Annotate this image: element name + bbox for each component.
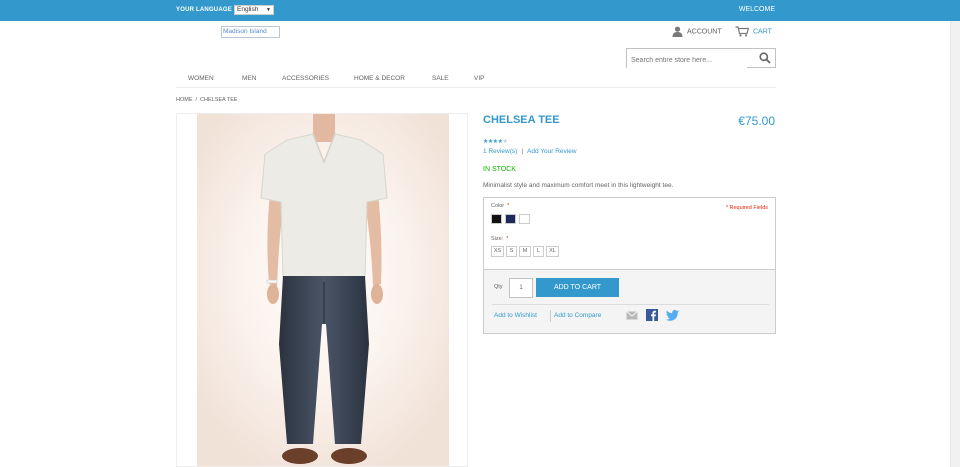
breadcrumb-home[interactable]: HOME — [176, 97, 193, 103]
language-select-value: English — [237, 6, 259, 13]
qty-input[interactable]: 1 — [509, 278, 533, 298]
swatch-black[interactable] — [491, 214, 502, 224]
nav-item-home-decor[interactable]: HOME & DECOR — [354, 75, 405, 82]
color-label-text: Color — [491, 203, 505, 209]
add-to-compare-link[interactable]: Add to Compare — [554, 312, 601, 319]
twitter-icon[interactable] — [666, 310, 679, 321]
color-label: Color * — [491, 203, 509, 209]
link-separator — [550, 310, 551, 322]
page-scrollbar[interactable] — [950, 21, 960, 467]
swatch-navy[interactable] — [505, 214, 516, 224]
size-l[interactable]: L — [533, 246, 544, 257]
site-logo[interactable]: Madison Island — [221, 26, 280, 38]
stock-status: IN STOCK — [483, 166, 516, 173]
language-label: YOUR LANGUAGE — [176, 7, 232, 13]
add-review-link[interactable]: Add Your Review — [527, 148, 577, 155]
size-s[interactable]: S — [506, 246, 517, 257]
email-icon[interactable] — [626, 311, 638, 320]
add-box-divider — [492, 304, 769, 305]
language-select[interactable]: English ▼ — [234, 5, 274, 15]
reviews-links: 1 Review(s) | Add Your Review — [483, 148, 577, 155]
breadcrumb: HOME / CHELSEA TEE — [176, 97, 238, 103]
nav-item-vip[interactable]: VIP — [474, 75, 484, 82]
welcome-message: WELCOME — [738, 6, 775, 13]
breadcrumb-current: CHELSEA TEE — [200, 97, 238, 103]
cart-label: CART — [753, 28, 772, 36]
reviews-count-link[interactable]: 1 Review(s) — [483, 148, 517, 155]
nav-item-women[interactable]: WOMEN — [188, 75, 214, 82]
swatch-white[interactable] — [519, 214, 530, 224]
search-box — [626, 48, 776, 70]
search-icon[interactable] — [759, 52, 771, 64]
required-fields-note: * Required Fields — [725, 205, 768, 211]
search-input[interactable] — [627, 51, 747, 70]
rating-stars: ★★★★★ — [483, 138, 508, 145]
size-m[interactable]: M — [519, 246, 531, 257]
product-image[interactable] — [176, 113, 468, 467]
product-price: €75.00 — [738, 114, 775, 128]
nav-divider — [176, 87, 776, 88]
size-xs[interactable]: XS — [491, 246, 504, 257]
product-photo — [177, 114, 467, 466]
product-options: Color * * Required Fields Size: * XS S M L… — [483, 197, 776, 269]
star-empty-icon: ★ — [502, 139, 508, 145]
account-icon — [672, 26, 683, 37]
size-xl[interactable]: XL — [546, 246, 559, 257]
add-to-cart-box: Qty 1 ADD TO CART Add to Wishlist Add to… — [483, 269, 776, 334]
cart-link[interactable]: CART — [735, 26, 772, 37]
add-to-wishlist-link[interactable]: Add to Wishlist — [494, 312, 537, 319]
reviews-separator: | — [521, 148, 524, 155]
size-label: Size: * — [491, 236, 508, 242]
account-link[interactable]: ACCOUNT — [672, 26, 722, 37]
required-mark: * — [507, 203, 510, 209]
nav-item-sale[interactable]: SALE — [432, 75, 449, 82]
required-mark: * — [506, 236, 509, 242]
qty-label: Qty — [494, 284, 503, 290]
size-label-text: Size: — [491, 236, 504, 242]
nav-item-accessories[interactable]: ACCESSORIES — [282, 75, 329, 82]
chevron-down-icon: ▼ — [266, 7, 271, 13]
facebook-icon[interactable] — [646, 309, 658, 321]
product-name: CHELSEA TEE — [483, 114, 560, 126]
cart-icon — [735, 26, 750, 37]
breadcrumb-separator: / — [195, 97, 198, 103]
nav-item-men[interactable]: MEN — [242, 75, 256, 82]
top-bar: YOUR LANGUAGE English ▼ WELCOME — [0, 0, 960, 21]
short-description: Minimalist style and maximum comfort mee… — [483, 182, 674, 189]
add-to-cart-button[interactable]: ADD TO CART — [536, 278, 619, 297]
account-label: ACCOUNT — [687, 28, 722, 36]
logo-alt-text: Madison Island — [223, 28, 267, 35]
